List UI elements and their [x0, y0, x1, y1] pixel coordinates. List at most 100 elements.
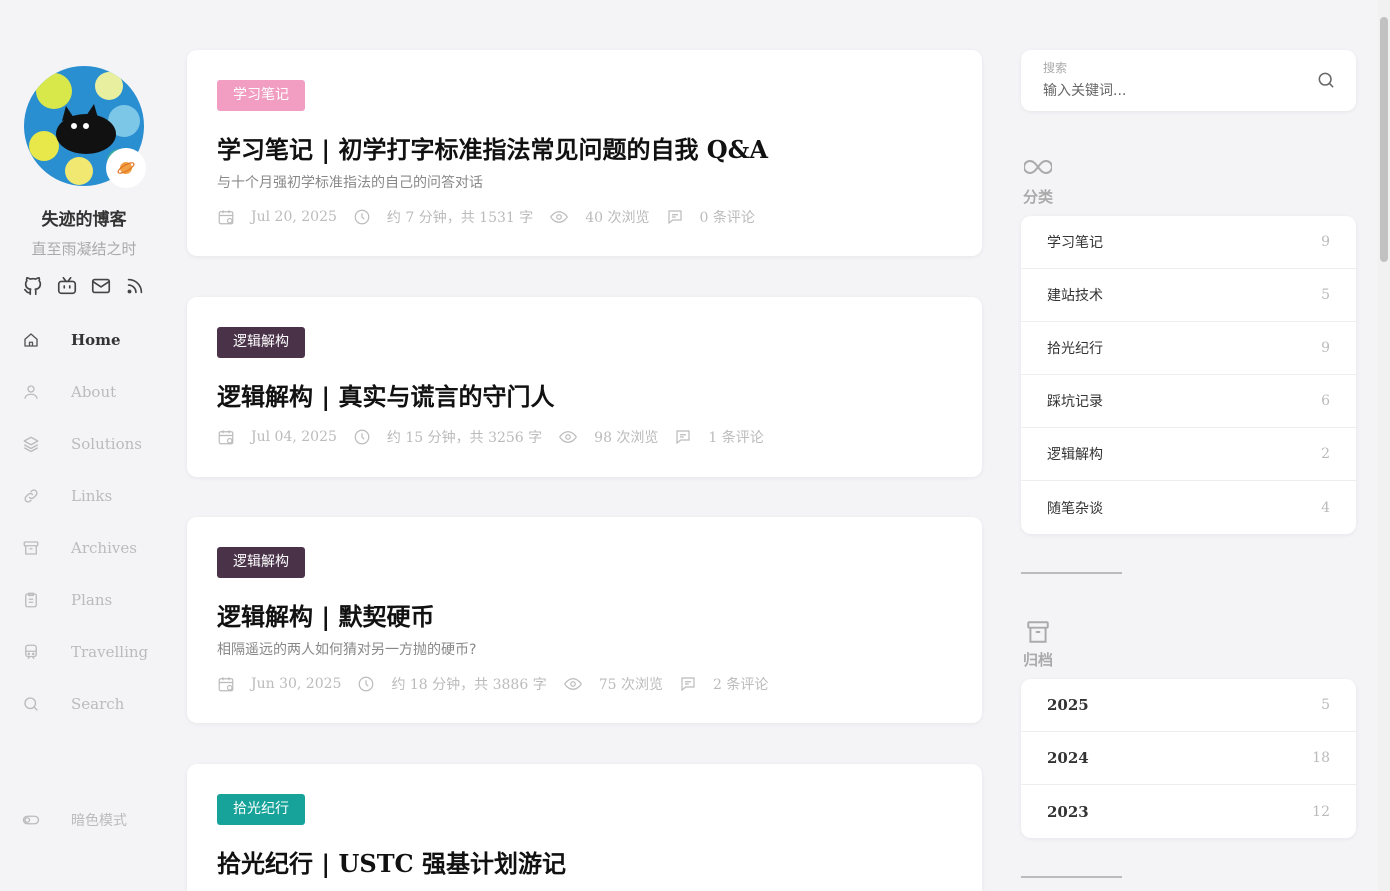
post-title[interactable]: 学习笔记 | 初学打字标准指法常见问题的自我 Q&A — [217, 130, 768, 165]
post-date: Jul 20, 2025 — [251, 209, 337, 225]
dark-mode-toggle[interactable]: 暗色模式 — [22, 810, 127, 830]
archive-icon — [22, 539, 40, 557]
nav-label: Plans — [71, 591, 113, 609]
sidebar: 失迹的博客 直至雨凝结之时 Home About Solutions Links… — [0, 0, 168, 891]
mail-icon[interactable] — [90, 275, 112, 297]
nav-label: Search — [71, 695, 125, 713]
post-title[interactable]: 逻辑解构 | 默契硬币 — [217, 597, 434, 632]
calendar-icon — [218, 210, 234, 225]
nav-item-home[interactable]: Home — [0, 314, 168, 366]
categories-title: 分类 — [1023, 188, 1054, 206]
search-input[interactable]: 输入关键词... — [1043, 80, 1126, 100]
nav-label: About — [71, 383, 117, 401]
post-views: 75 次浏览 — [598, 677, 663, 693]
nav-label: Links — [71, 487, 113, 505]
nav-item-solutions[interactable]: Solutions — [0, 418, 168, 470]
archive-item[interactable]: 2025 5 — [1021, 679, 1356, 732]
nav-item-travelling[interactable]: Travelling — [0, 626, 168, 678]
toggle-icon — [22, 811, 40, 829]
post-card[interactable]: 学习笔记 学习笔记 | 初学打字标准指法常见问题的自我 Q&A 与十个月强初学标… — [187, 50, 982, 256]
category-count: 2 — [1321, 446, 1330, 462]
infinity-icon — [1024, 158, 1052, 176]
comment-icon — [681, 677, 695, 692]
post-meta: Jun 30, 2025 约 18 分钟，共 3886 字 75 次浏览 2 条… — [217, 674, 784, 694]
category-item[interactable]: 建站技术 5 — [1021, 269, 1356, 322]
avatar[interactable] — [24, 66, 146, 188]
section-divider — [1021, 572, 1122, 574]
rss-icon[interactable] — [124, 275, 146, 297]
nav-label: Travelling — [71, 643, 149, 661]
post-tag[interactable]: 逻辑解构 — [217, 547, 305, 578]
user-icon — [22, 383, 40, 401]
archives-title: 归档 — [1023, 651, 1054, 669]
dark-mode-label: 暗色模式 — [71, 813, 127, 829]
post-tag[interactable]: 逻辑解构 — [217, 327, 305, 358]
category-count: 5 — [1321, 287, 1330, 303]
category-item[interactable]: 逻辑解构 2 — [1021, 428, 1356, 481]
comment-icon — [676, 430, 691, 445]
section-divider — [1021, 876, 1122, 878]
nav-item-search[interactable]: Search — [0, 678, 168, 730]
archive-count: 12 — [1312, 803, 1330, 820]
category-count: 9 — [1321, 234, 1330, 250]
nav-label: Solutions — [71, 435, 142, 453]
search-icon[interactable] — [1316, 70, 1336, 90]
category-name: 随笔杂谈 — [1047, 500, 1103, 517]
calendar-icon — [218, 430, 234, 445]
home-icon — [22, 331, 40, 349]
search-box[interactable]: 搜索 输入关键词... — [1021, 50, 1356, 111]
clock-icon — [354, 209, 370, 225]
post-views: 40 次浏览 — [585, 210, 650, 226]
scrollbar[interactable] — [1378, 0, 1390, 891]
categories-list: 学习笔记 9 建站技术 5 拾光纪行 9 踩坑记录 6 逻辑解构 2 随笔杂谈 4 — [1021, 216, 1356, 534]
archive-count: 5 — [1321, 697, 1330, 713]
post-title[interactable]: 逻辑解构 | 真实与谎言的守门人 — [217, 377, 554, 412]
clock-icon — [359, 676, 374, 692]
clock-icon — [354, 429, 370, 445]
archive-item[interactable]: 2024 18 — [1021, 732, 1356, 785]
post-comments: 2 条评论 — [712, 677, 769, 693]
avatar-badge-icon — [106, 148, 146, 188]
post-card[interactable]: 逻辑解构 逻辑解构 | 默契硬币 相隔遥远的两人如何猜对另一方抛的硬币? Jun… — [187, 517, 982, 723]
archives-list: 2025 5 2024 18 2023 12 — [1021, 679, 1356, 838]
archive-year: 2024 — [1047, 749, 1089, 767]
category-count: 6 — [1321, 393, 1330, 409]
category-item[interactable]: 随笔杂谈 4 — [1021, 481, 1356, 534]
nav-item-links[interactable]: Links — [0, 470, 168, 522]
nav-item-about[interactable]: About — [0, 366, 168, 418]
category-item[interactable]: 踩坑记录 6 — [1021, 375, 1356, 428]
category-name: 学习笔记 — [1047, 235, 1103, 251]
search-icon — [22, 695, 40, 713]
post-tag[interactable]: 拾光纪行 — [217, 794, 305, 825]
scrollbar-thumb[interactable] — [1380, 17, 1388, 262]
search-label: 搜索 — [1043, 61, 1068, 75]
post-read-time: 约 18 分钟，共 3886 字 — [391, 677, 547, 693]
layers-icon — [22, 435, 40, 453]
post-title[interactable]: 拾光纪行 | USTC 强基计划游记 — [217, 844, 566, 879]
post-card[interactable]: 拾光纪行 拾光纪行 | USTC 强基计划游记 — [187, 764, 982, 891]
post-card[interactable]: 逻辑解构 逻辑解构 | 真实与谎言的守门人 Jul 04, 2025 约 15 … — [187, 297, 982, 477]
post-tag[interactable]: 学习笔记 — [217, 80, 305, 111]
category-item[interactable]: 学习笔记 9 — [1021, 216, 1356, 269]
nav-item-plans[interactable]: Plans — [0, 574, 168, 626]
post-read-time: 约 15 分钟，共 3256 字 — [386, 430, 543, 446]
post-views: 98 次浏览 — [594, 430, 659, 446]
post-subtitle: 相隔遥远的两人如何猜对另一方抛的硬币? — [217, 642, 477, 658]
archive-item[interactable]: 2023 12 — [1021, 785, 1356, 838]
category-name: 踩坑记录 — [1047, 394, 1103, 410]
bilibili-icon[interactable] — [56, 275, 78, 297]
social-links — [22, 275, 146, 297]
calendar-icon — [218, 677, 234, 692]
archive-box-icon — [1024, 619, 1052, 645]
nav-label: Archives — [71, 539, 137, 557]
blog-name: 失迹的博客 — [41, 210, 127, 230]
post-meta: Jul 20, 2025 约 7 分钟，共 1531 字 40 次浏览 0 条评… — [217, 207, 771, 227]
post-date: Jun 30, 2025 — [251, 676, 342, 692]
category-item[interactable]: 拾光纪行 9 — [1021, 322, 1356, 375]
github-icon[interactable] — [22, 275, 44, 297]
category-name: 逻辑解构 — [1047, 447, 1103, 463]
train-icon — [22, 643, 40, 661]
post-comments: 1 条评论 — [708, 430, 764, 446]
nav-label: Home — [71, 331, 121, 349]
nav-item-archives[interactable]: Archives — [0, 522, 168, 574]
